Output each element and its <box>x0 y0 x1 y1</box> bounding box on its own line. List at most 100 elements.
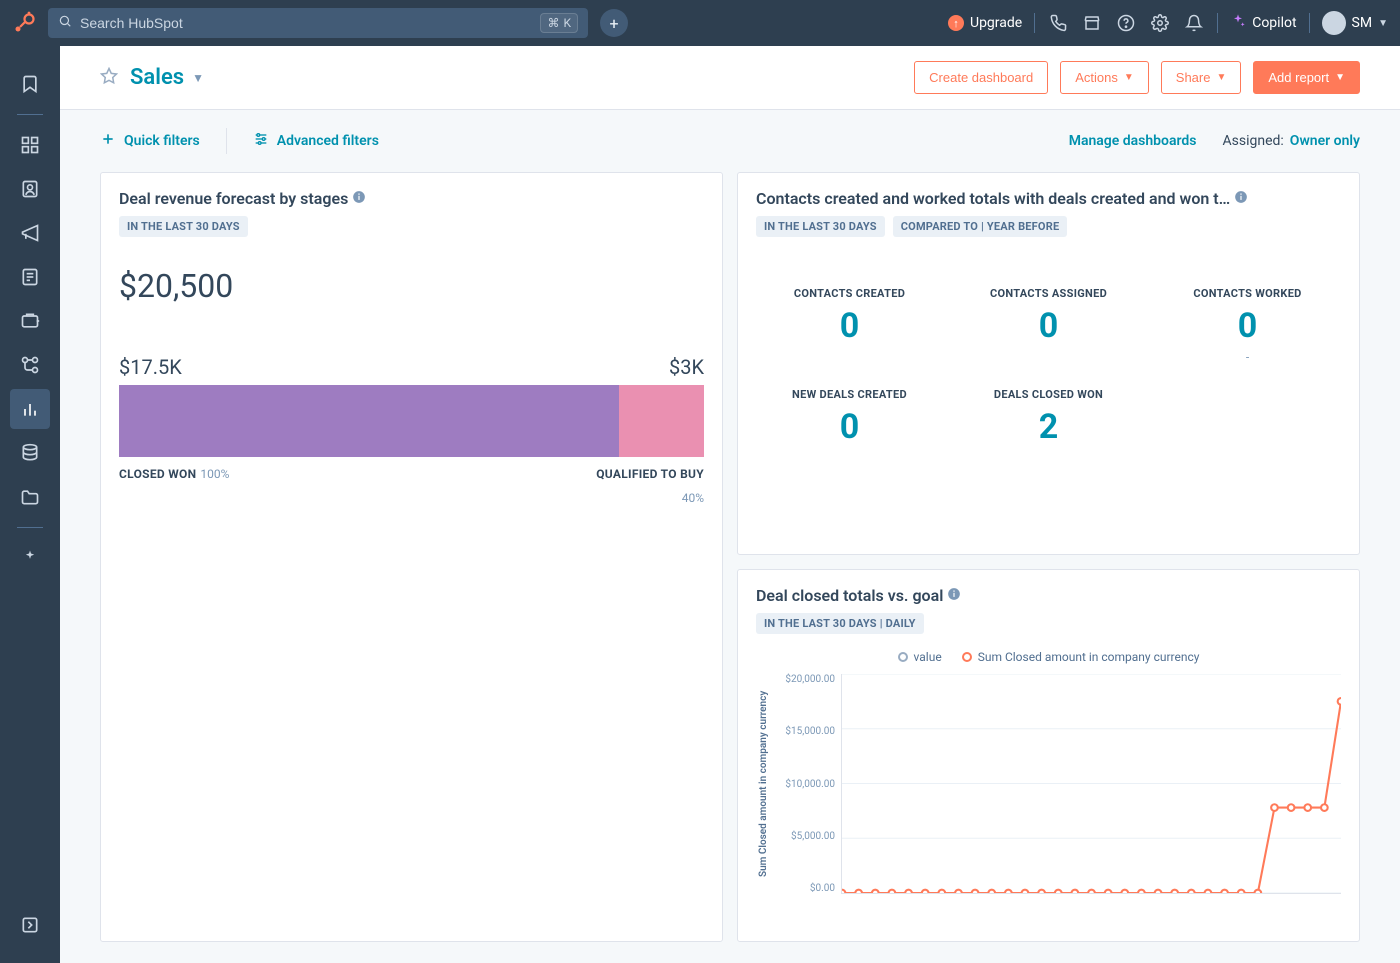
kpi-tile: DEALS CLOSED WON 2 <box>955 388 1142 465</box>
kpi-sub <box>756 451 943 465</box>
marketplace-icon[interactable] <box>1081 12 1103 34</box>
search-input[interactable] <box>80 15 532 31</box>
chevron-down-icon: ▼ <box>1124 72 1134 83</box>
legend-item-value[interactable]: value <box>898 650 942 664</box>
sidebar-marketing-icon[interactable] <box>10 213 50 253</box>
bar-segment-closed-won[interactable] <box>119 385 619 457</box>
legend-marker-icon <box>962 652 972 662</box>
notifications-icon[interactable] <box>1183 12 1205 34</box>
forecast-total: $20,500 <box>119 267 704 305</box>
avatar <box>1322 11 1346 35</box>
sparkle-icon <box>1230 13 1246 33</box>
sidebar-commerce-icon[interactable] <box>10 301 50 341</box>
card-title: Deal revenue forecast by stages <box>119 189 348 208</box>
date-range-chip: IN THE LAST 30 DAYS <box>119 216 248 237</box>
sidebar-expand-icon[interactable] <box>10 905 50 945</box>
assigned-filter: Assigned: Owner only <box>1223 133 1361 149</box>
left-sidebar <box>0 46 60 963</box>
chevron-down-icon: ▼ <box>1378 18 1388 29</box>
upgrade-icon: ↑ <box>948 15 964 31</box>
chart-legend: value Sum Closed amount in company curre… <box>756 650 1341 664</box>
chevron-down-icon: ▼ <box>1335 72 1345 83</box>
kpi-sub <box>955 451 1142 465</box>
y-axis-ticks: $20,000.00$15,000.00$10,000.00$5,000.00$… <box>771 674 841 894</box>
kpi-value: 0 <box>756 306 943 346</box>
kpi-value: 2 <box>955 407 1142 447</box>
info-icon[interactable] <box>1234 189 1248 208</box>
kpi-tile: CONTACTS CREATED 0 <box>756 287 943 364</box>
actions-menu-button[interactable]: Actions▼ <box>1060 61 1149 94</box>
upgrade-button[interactable]: ↑ Upgrade <box>948 15 1022 31</box>
kpi-label: DEALS CLOSED WON <box>955 388 1142 401</box>
share-menu-button[interactable]: Share▼ <box>1161 61 1242 94</box>
sidebar-apps-icon[interactable] <box>10 125 50 165</box>
help-icon[interactable] <box>1115 12 1137 34</box>
create-dashboard-button[interactable]: Create dashboard <box>914 61 1048 94</box>
copilot-button[interactable]: Copilot <box>1230 13 1296 33</box>
kpi-label: CONTACTS WORKED <box>1154 287 1341 300</box>
sidebar-automation-icon[interactable] <box>10 345 50 385</box>
legend-marker-icon <box>898 652 908 662</box>
filter-bar: Quick filters Advanced filters Manage da… <box>60 110 1400 172</box>
top-nav: ⌘K + ↑ Upgrade Copilot SM ▼ <box>0 0 1400 46</box>
kpi-value: 0 <box>756 407 943 447</box>
sidebar-content-icon[interactable] <box>10 257 50 297</box>
assigned-value-selector[interactable]: Owner only <box>1290 133 1360 149</box>
dashboard-title-selector[interactable]: Sales ▼ <box>130 65 204 90</box>
kpi-value: 0 <box>1154 306 1341 346</box>
sidebar-sparkle-icon[interactable] <box>10 538 50 578</box>
card-title: Deal closed totals vs. goal <box>756 586 943 605</box>
stacked-bar-chart <box>119 385 704 457</box>
kpi-value: 0 <box>955 306 1142 346</box>
sidebar-files-icon[interactable] <box>10 477 50 517</box>
card-deal-revenue-forecast: Deal revenue forecast by stages IN THE L… <box>100 172 723 942</box>
legend-item-sum-closed[interactable]: Sum Closed amount in company currency <box>962 650 1200 664</box>
segment-2-amount: $3K <box>669 355 704 379</box>
kpi-tile: CONTACTS ASSIGNED 0 <box>955 287 1142 364</box>
favorite-star-icon[interactable] <box>100 67 118 89</box>
info-icon[interactable] <box>947 586 961 605</box>
date-range-chip: IN THE LAST 30 DAYS | DAILY <box>756 613 924 634</box>
legend-qualified-to-buy: QUALIFIED TO BUY40% <box>594 467 704 505</box>
global-create-button[interactable]: + <box>600 9 628 37</box>
card-contacts-kpis: Contacts created and worked totals with … <box>737 172 1360 555</box>
advanced-filters-button[interactable]: Advanced filters <box>253 131 379 151</box>
y-axis-label: Sum Closed amount in company currency <box>756 674 771 894</box>
sliders-icon <box>253 131 269 151</box>
sidebar-contacts-icon[interactable] <box>10 169 50 209</box>
sidebar-data-icon[interactable] <box>10 433 50 473</box>
settings-icon[interactable] <box>1149 12 1171 34</box>
quick-filters-button[interactable]: Quick filters <box>100 131 200 151</box>
account-menu[interactable]: SM ▼ <box>1322 11 1388 35</box>
sidebar-bookmark-icon[interactable] <box>10 64 50 104</box>
add-report-button[interactable]: Add report▼ <box>1253 61 1360 94</box>
kpi-sub: - <box>1154 350 1341 364</box>
search-shortcut-hint: ⌘K <box>540 13 578 33</box>
chevron-down-icon: ▼ <box>192 71 204 85</box>
card-title: Contacts created and worked totals with … <box>756 189 1230 208</box>
phone-icon[interactable] <box>1047 12 1069 34</box>
kpi-tile: NEW DEALS CREATED 0 <box>756 388 943 465</box>
search-icon <box>58 14 72 32</box>
card-deal-closed-vs-goal: Deal closed totals vs. goal IN THE LAST … <box>737 569 1360 942</box>
legend-closed-won: CLOSED WON100% <box>119 467 229 505</box>
compare-chip: COMPARED TO | YEAR BEFORE <box>893 216 1068 237</box>
kpi-label: CONTACTS CREATED <box>756 287 943 300</box>
line-chart-plot[interactable] <box>841 674 1341 894</box>
sidebar-reports-icon[interactable] <box>10 389 50 429</box>
kpi-label: CONTACTS ASSIGNED <box>955 287 1142 300</box>
info-icon[interactable] <box>352 189 366 208</box>
kpi-sub <box>756 350 943 364</box>
date-range-chip: IN THE LAST 30 DAYS <box>756 216 885 237</box>
kpi-label: NEW DEALS CREATED <box>756 388 943 401</box>
hubspot-logo-icon[interactable] <box>12 11 36 35</box>
plus-icon <box>100 131 116 151</box>
page-header: Sales ▼ Create dashboard Actions▼ Share▼… <box>60 46 1400 110</box>
kpi-tile: CONTACTS WORKED 0 - <box>1154 287 1341 364</box>
chevron-down-icon: ▼ <box>1216 72 1226 83</box>
bar-segment-qualified[interactable] <box>619 385 704 457</box>
segment-1-amount: $17.5K <box>119 355 182 379</box>
global-search[interactable]: ⌘K <box>48 8 588 38</box>
manage-dashboards-link[interactable]: Manage dashboards <box>1069 133 1197 149</box>
kpi-sub <box>955 350 1142 364</box>
